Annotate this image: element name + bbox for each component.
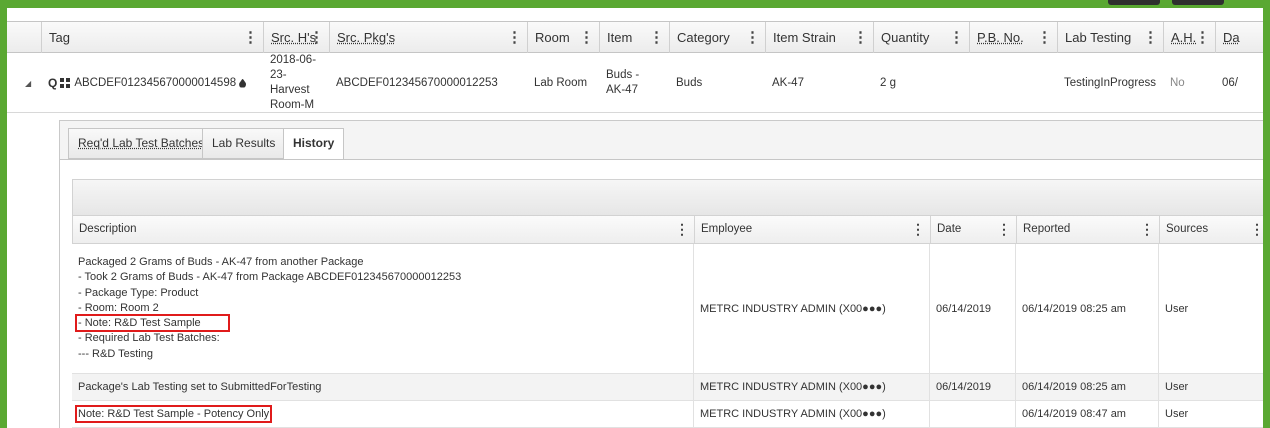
room-cell: Lab Room — [534, 76, 588, 89]
column-header-pb-no[interactable]: P.B. No. ⋮ — [969, 22, 1057, 53]
tab-lab-results[interactable]: Lab Results — [202, 128, 286, 159]
column-header-lab-testing[interactable]: Lab Testing ⋮ — [1057, 22, 1163, 53]
strain-cell: AK-47 — [772, 76, 804, 89]
package-row[interactable]: ◢ Q ABCDEF012345670000014598 2018-06-23-… — [7, 53, 1263, 113]
drop-icon — [239, 78, 247, 88]
column-menu-icon[interactable]: ⋮ — [997, 216, 1011, 243]
package-tag: ABCDEF012345670000014598 — [74, 76, 237, 89]
column-menu-icon[interactable]: ⋮ — [1250, 216, 1263, 243]
detail-panel: Req'd Lab Test Batches Lab Results Histo… — [59, 120, 1263, 428]
tab-history[interactable]: History — [283, 128, 345, 160]
history-header: Description ⋮ Employee ⋮ Date ⋮ Reported… — [72, 216, 1263, 244]
column-header-item[interactable]: Item ⋮ — [599, 22, 669, 53]
column-header-date[interactable]: Date ⋮ — [930, 216, 1016, 243]
column-menu-icon[interactable]: ⋮ — [949, 22, 964, 53]
column-menu-icon[interactable]: ⋮ — [1037, 22, 1052, 53]
column-menu-icon[interactable]: ⋮ — [243, 22, 258, 53]
history-toolbar — [72, 179, 1263, 216]
collapse-row-icon[interactable]: ◢ — [25, 79, 31, 88]
highlighted-note: - Note: R&D Test Sample — [75, 314, 230, 333]
reported-cell: 06/14/2019 08:25 am — [1015, 374, 1158, 400]
highlighted-note: Note: R&D Test Sample - Potency Only — [74, 405, 273, 423]
date-cell: 06/14/2019 — [929, 244, 1015, 373]
packages-grid: Tag ⋮ Src. H's ⋮ Src. Pkg's ⋮ Room ⋮ Ite… — [7, 8, 1263, 428]
src-package-cell: ABCDEF012345670000012253 — [336, 76, 498, 89]
employee-cell: METRC INDUSTRY ADMIN (X00●●●) — [693, 244, 929, 373]
reported-cell: 06/14/2019 08:25 am — [1015, 244, 1158, 373]
column-header-room[interactable]: Room ⋮ — [527, 22, 599, 53]
column-menu-icon[interactable]: ⋮ — [1143, 22, 1158, 53]
column-header-src-packages[interactable]: Src. Pkg's ⋮ — [329, 22, 527, 53]
toolbar-button-stub[interactable] — [1108, 0, 1160, 5]
source-cell: User — [1158, 244, 1263, 373]
column-menu-icon[interactable]: ⋮ — [1195, 22, 1210, 53]
column-header-employee[interactable]: Employee ⋮ — [694, 216, 930, 243]
grid-icon[interactable] — [60, 78, 71, 88]
history-row[interactable]: Note: R&D Test Sample - Potency Only MET… — [72, 401, 1263, 428]
history-row[interactable]: Package's Lab Testing set to SubmittedFo… — [72, 374, 1263, 401]
pb-no-cell — [969, 53, 1057, 113]
quantity-cell: 2 g — [880, 76, 896, 89]
src-harvest-cell: 2018-06-23- Harvest Room-M — [270, 54, 317, 111]
search-icon[interactable]: Q — [48, 76, 57, 91]
column-header-ah[interactable]: A.H. ⋮ — [1163, 22, 1215, 53]
column-header-src-harvests[interactable]: Src. H's ⋮ — [263, 22, 329, 53]
employee-cell: METRC INDUSTRY ADMIN (X00●●●) — [693, 374, 929, 400]
column-header-sources[interactable]: Sources ⋮ — [1159, 216, 1263, 243]
history-row[interactable]: Packaged 2 Grams of Buds - AK-47 from an… — [72, 244, 1263, 374]
toolbar-button-stub[interactable] — [1172, 0, 1224, 5]
tag-cell: Q ABCDEF012345670000014598 — [41, 53, 263, 113]
column-header-item-strain[interactable]: Item Strain ⋮ — [765, 22, 873, 53]
date-cell: 06/ — [1222, 76, 1238, 89]
column-menu-icon[interactable]: ⋮ — [853, 22, 868, 53]
column-menu-icon[interactable]: ⋮ — [675, 216, 689, 243]
lab-testing-cell: TestingInProgress — [1064, 76, 1157, 89]
column-header-date[interactable]: Da — [1215, 22, 1263, 53]
item-cell: Buds - AK-47 — [606, 69, 640, 96]
column-menu-icon[interactable]: ⋮ — [507, 22, 522, 53]
tab-reqd-lab-test-batches[interactable]: Req'd Lab Test Batches — [68, 128, 215, 159]
column-menu-icon[interactable]: ⋮ — [1140, 216, 1154, 243]
description-cell: Note: R&D Test Sample - Potency Only — [72, 401, 693, 427]
column-menu-icon[interactable]: ⋮ — [649, 22, 664, 53]
column-menu-icon[interactable]: ⋮ — [309, 22, 324, 53]
column-menu-icon[interactable]: ⋮ — [579, 22, 594, 53]
date-cell: 06/14/2019 — [929, 374, 1015, 400]
category-cell: Buds — [676, 76, 703, 89]
source-cell: User — [1158, 401, 1263, 427]
column-header-category[interactable]: Category ⋮ — [669, 22, 765, 53]
column-header-quantity[interactable]: Quantity ⋮ — [873, 22, 969, 53]
column-header-description[interactable]: Description ⋮ — [73, 216, 694, 243]
grid-header: Tag ⋮ Src. H's ⋮ Src. Pkg's ⋮ Room ⋮ Ite… — [7, 21, 1263, 53]
description-cell: Package's Lab Testing set to SubmittedFo… — [78, 381, 322, 393]
date-cell — [929, 401, 1015, 427]
ah-cell: No — [1170, 76, 1185, 89]
source-cell: User — [1158, 374, 1263, 400]
column-menu-icon[interactable]: ⋮ — [911, 216, 925, 243]
history-tab-body: Description ⋮ Employee ⋮ Date ⋮ Reported… — [60, 159, 1263, 428]
description-cell: Packaged 2 Grams of Buds - AK-47 from an… — [75, 255, 462, 360]
column-header-reported[interactable]: Reported ⋮ — [1016, 216, 1159, 243]
column-menu-icon[interactable]: ⋮ — [745, 22, 760, 53]
reported-cell: 06/14/2019 08:47 am — [1015, 401, 1158, 427]
employee-cell: METRC INDUSTRY ADMIN (X00●●●) — [693, 401, 929, 427]
column-header-tag[interactable]: Tag ⋮ — [41, 22, 263, 53]
